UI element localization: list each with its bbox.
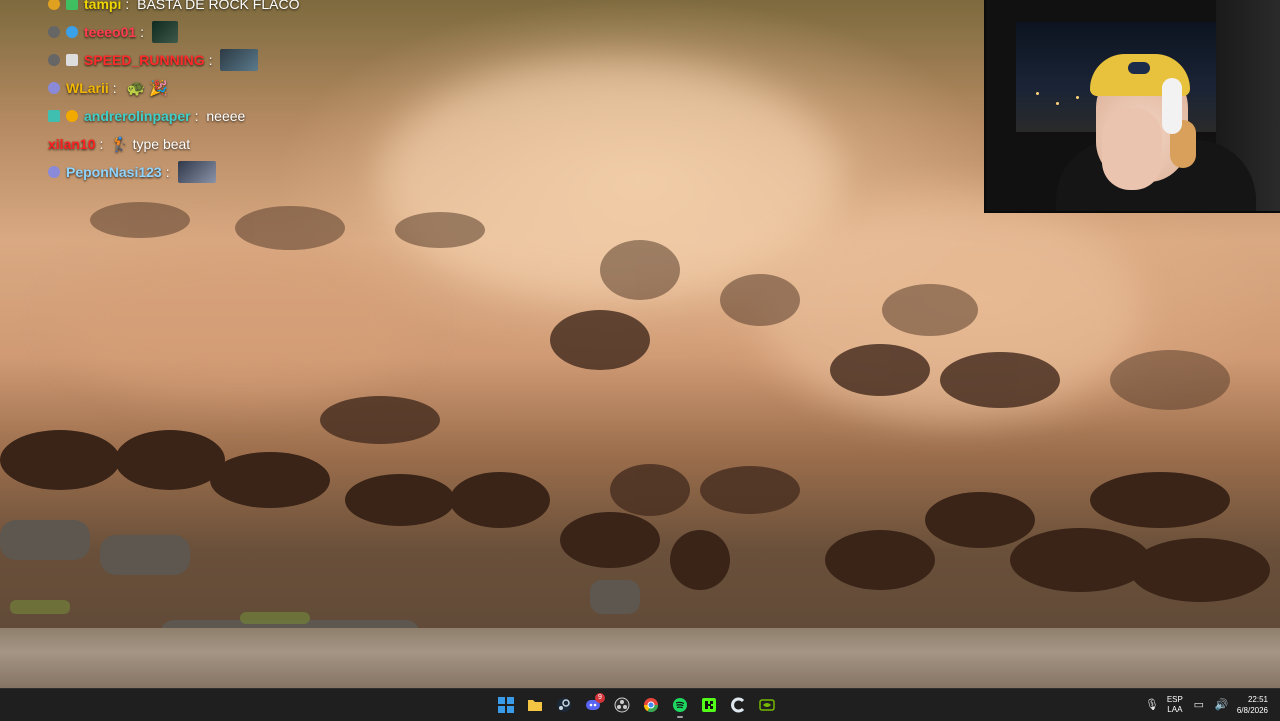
chat-badge-icon: [48, 0, 60, 10]
chat-username: SPEED_RUNNING: [84, 52, 205, 68]
chat-badge-icon: [66, 110, 78, 122]
chat-message: PeponNasi123:: [48, 158, 468, 186]
chat-message: teeeo01:: [48, 18, 468, 46]
nvidia-icon: [759, 699, 775, 711]
chat-emote-image: [220, 49, 259, 71]
chat-badge-icon: [48, 54, 60, 66]
webcam-person-hand: [1102, 108, 1162, 190]
river-water: [0, 628, 1280, 688]
taskbar-discord[interactable]: 9: [581, 691, 605, 719]
taskbar-kick[interactable]: [697, 691, 721, 719]
chat-separator: :: [112, 80, 121, 96]
chat-username: andrerolinpaper: [84, 108, 191, 124]
chat-separator: :: [208, 52, 213, 68]
clock-date: 6/8/2026: [1236, 706, 1268, 715]
system-tray: 🎙 ESP LAA ▭ 🔊 22:51 6/8/2026: [1145, 689, 1268, 721]
chat-separator: :: [99, 136, 108, 152]
spotify-icon: [673, 698, 687, 712]
obs-icon: [614, 697, 630, 713]
kick-icon: [702, 698, 716, 712]
city-light: [1036, 92, 1039, 95]
chat-badge-icon: [48, 110, 60, 122]
headphones-icon: [1162, 78, 1182, 134]
windows-taskbar: 9 🎙 ESP LAA ▭ 🔊 22:51 6/8/2026: [0, 688, 1280, 721]
chat-username: PeponNasi123: [66, 164, 162, 180]
taskbar-ccleaner[interactable]: [726, 691, 750, 719]
chat-separator: :: [194, 108, 203, 124]
chat-username: WLarii: [66, 80, 109, 96]
chat-separator: :: [165, 164, 170, 180]
taskbar-obs[interactable]: [610, 691, 634, 719]
language-code: ESP: [1166, 695, 1183, 704]
chat-message: andrerolinpaper: neeee: [48, 102, 468, 130]
chat-badge-icon: [66, 26, 78, 38]
windows-logo-icon: [498, 697, 514, 713]
discord-notification-badge: 9: [595, 693, 605, 703]
chrome-icon: [643, 698, 659, 713]
stream-chat-overlay: tampi: BASTA DE ROCK FLACO teeeo01: SPEE…: [48, 0, 468, 186]
network-icon[interactable]: ▭: [1193, 699, 1205, 711]
clock[interactable]: 22:51 6/8/2026: [1237, 694, 1268, 716]
taskbar-steam[interactable]: [552, 691, 576, 719]
taskbar-apps: 9: [494, 689, 779, 721]
chat-separator: :: [125, 0, 134, 12]
chat-badge-icon: [48, 166, 60, 178]
start-button[interactable]: [494, 691, 518, 719]
chat-username: teeeo01: [84, 24, 137, 40]
chat-username: xilan10: [48, 136, 96, 152]
chat-text: BASTA DE ROCK FLACO: [137, 0, 300, 12]
chat-text: neeee: [206, 108, 246, 124]
ccleaner-icon: [731, 697, 745, 713]
clock-time: 22:51: [1247, 695, 1268, 704]
volume-icon[interactable]: 🔊: [1215, 699, 1229, 711]
chat-badge-icon: [66, 54, 78, 66]
chat-badge-icon: [66, 0, 78, 10]
chat-emote-image: [177, 161, 216, 183]
language-indicator[interactable]: ESP LAA: [1167, 695, 1183, 715]
city-light: [1056, 102, 1059, 105]
chat-badge-icon: [48, 82, 60, 94]
webcam-overlay: [984, 0, 1280, 213]
chat-emote-image: [152, 21, 179, 43]
taskbar-spotify[interactable]: [668, 691, 692, 719]
chat-message: xilan10: 🏌 type beat: [48, 130, 468, 158]
chat-separator: :: [140, 24, 145, 40]
taskbar-file-explorer[interactable]: [523, 691, 547, 719]
chat-message: SPEED_RUNNING:: [48, 46, 468, 74]
steam-icon: [557, 698, 571, 712]
chat-username: tampi: [84, 0, 122, 12]
folder-icon: [528, 700, 542, 711]
chat-text: 🏌 type beat: [111, 135, 191, 152]
chat-message: WLarii: 🐢 🎉: [48, 74, 468, 102]
city-light: [1076, 96, 1079, 99]
chat-text: 🐢 🎉: [126, 80, 169, 97]
taskbar-chrome[interactable]: [639, 691, 663, 719]
beanie-logo-icon: [1128, 62, 1150, 74]
taskbar-nvidia-app[interactable]: [755, 691, 779, 719]
keyboard-layout: LAA: [1167, 705, 1183, 714]
microphone-icon[interactable]: 🎙: [1145, 699, 1159, 711]
chat-badge-icon: [48, 26, 60, 38]
chat-message: tampi: BASTA DE ROCK FLACO: [48, 0, 468, 18]
